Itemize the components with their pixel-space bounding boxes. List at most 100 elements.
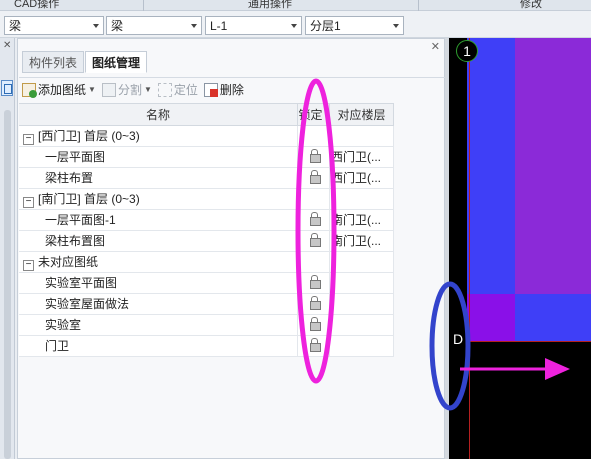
table-row[interactable]: 实验室屋面做法 bbox=[19, 294, 394, 315]
drawing-name: 梁柱布置 bbox=[45, 171, 94, 185]
ribbon-group-general[interactable]: 通用操作 bbox=[248, 0, 292, 11]
ribbon-group-cad[interactable]: CAD操作 bbox=[14, 0, 59, 11]
table-row[interactable]: 一层平面图 西门卫(... bbox=[19, 147, 394, 168]
component-subtype-select[interactable]: 梁 bbox=[106, 16, 202, 35]
cell-floor[interactable] bbox=[330, 336, 394, 356]
cell-name: 门卫 bbox=[19, 336, 298, 356]
component-type-select[interactable]: 梁 bbox=[4, 16, 104, 35]
split-button[interactable]: 分割 ▼ bbox=[99, 80, 155, 100]
cell-lock[interactable] bbox=[298, 336, 330, 356]
cell-lock[interactable] bbox=[298, 315, 330, 335]
cell-floor[interactable] bbox=[330, 189, 394, 209]
cell-floor[interactable]: 南门卫(... bbox=[330, 210, 394, 230]
canvas-region bbox=[515, 38, 591, 294]
collapse-icon[interactable]: − bbox=[23, 197, 34, 208]
tab-drawing-management[interactable]: 图纸管理 bbox=[85, 51, 148, 73]
delete-button[interactable]: 删除 bbox=[201, 80, 247, 100]
cell-floor[interactable] bbox=[330, 252, 394, 272]
cell-floor[interactable]: 南门卫(... bbox=[330, 231, 394, 251]
lock-icon[interactable] bbox=[310, 170, 321, 184]
column-header-lock[interactable]: 锁定 bbox=[298, 104, 330, 126]
drawing-name: 梁柱布置图 bbox=[45, 234, 106, 248]
cell-lock[interactable] bbox=[298, 252, 330, 272]
table-body: − [西门卫] 首层 (0~3) 一层平面图 西门卫(... 梁柱布置 西门卫(... −[… bbox=[19, 126, 394, 357]
layer-select[interactable]: 分层1 bbox=[305, 16, 404, 35]
collapse-icon[interactable]: − bbox=[23, 134, 34, 145]
vertical-scrollbar[interactable] bbox=[4, 110, 11, 459]
cell-name: 实验室平面图 bbox=[19, 273, 298, 293]
table-row[interactable]: 梁柱布置 西门卫(... bbox=[19, 168, 394, 189]
add-drawing-button[interactable]: 添加图纸 ▼ bbox=[19, 80, 99, 100]
table-row[interactable]: 实验室平面图 bbox=[19, 273, 394, 294]
drawing-canvas[interactable]: 1 D bbox=[449, 38, 591, 459]
component-type-value: 梁 bbox=[9, 19, 22, 33]
cell-lock[interactable] bbox=[298, 294, 330, 314]
cell-floor[interactable] bbox=[330, 294, 394, 314]
component-name-select[interactable]: L-1 bbox=[205, 16, 302, 35]
app-window: CAD操作 通用操作 修改 梁 梁 L-1 分层1 ✕ ✕ 构件列表 图纸管理 … bbox=[0, 0, 591, 459]
ribbon-separator bbox=[143, 0, 144, 11]
lock-icon[interactable] bbox=[310, 233, 321, 247]
chevron-down-icon: ▼ bbox=[143, 85, 152, 94]
cell-lock[interactable] bbox=[298, 126, 330, 146]
cell-floor[interactable] bbox=[330, 126, 394, 146]
cell-name: − [西门卫] 首层 (0~3) bbox=[19, 126, 298, 146]
drawing-name: [南门卫] 首层 (0~3) bbox=[38, 192, 140, 206]
selector-toolbar: 梁 梁 L-1 分层1 bbox=[0, 11, 591, 38]
cell-name: − [南门卫] 首层 (0~3) bbox=[19, 189, 298, 209]
layer-value: 分层1 bbox=[310, 19, 341, 33]
ribbon-group-modify[interactable]: 修改 bbox=[520, 0, 542, 11]
locate-icon bbox=[157, 82, 172, 97]
lock-icon[interactable] bbox=[310, 275, 321, 289]
split-icon bbox=[101, 82, 116, 97]
cell-floor[interactable]: 西门卫(... bbox=[330, 168, 394, 188]
cell-lock[interactable] bbox=[298, 210, 330, 230]
panel-toggle-icon[interactable] bbox=[1, 80, 13, 96]
panel-toolbar: 添加图纸 ▼ 分割 ▼ 定位 删除 bbox=[19, 77, 445, 101]
ribbon-bar: CAD操作 通用操作 修改 bbox=[0, 0, 591, 11]
column-header-lock-label: 锁定 bbox=[298, 108, 323, 122]
tab-component-list[interactable]: 构件列表 bbox=[22, 51, 85, 73]
cell-name: 梁柱布置 bbox=[19, 168, 298, 188]
lock-icon[interactable] bbox=[310, 212, 321, 226]
table-header: 名称 锁定 对应楼层 bbox=[19, 103, 394, 126]
table-group-row[interactable]: − [南门卫] 首层 (0~3) bbox=[19, 189, 394, 210]
cell-name: − 未对应图纸 bbox=[19, 252, 298, 272]
close-icon[interactable]: ✕ bbox=[3, 40, 11, 51]
cell-floor[interactable]: 西门卫(... bbox=[330, 147, 394, 167]
cell-lock[interactable] bbox=[298, 147, 330, 167]
left-dock-strip: ✕ bbox=[0, 38, 15, 459]
locate-button[interactable]: 定位 bbox=[155, 80, 201, 100]
cell-floor[interactable] bbox=[330, 273, 394, 293]
drawing-name: 实验室屋面做法 bbox=[45, 297, 130, 311]
cell-floor[interactable] bbox=[330, 315, 394, 335]
table-group-row[interactable]: − 未对应图纸 bbox=[19, 252, 394, 273]
column-header-floor[interactable]: 对应楼层 bbox=[330, 104, 394, 126]
delete-label: 删除 bbox=[219, 83, 244, 97]
table-row[interactable]: 梁柱布置图 南门卫(... bbox=[19, 231, 394, 252]
chevron-down-icon: ▼ bbox=[88, 85, 96, 94]
collapse-icon[interactable]: − bbox=[23, 260, 34, 271]
cell-lock[interactable] bbox=[298, 273, 330, 293]
cell-lock[interactable] bbox=[298, 189, 330, 209]
drawing-name: 实验室平面图 bbox=[45, 276, 118, 290]
drawing-name: 实验室 bbox=[45, 318, 82, 332]
close-icon[interactable]: ✕ bbox=[431, 40, 440, 53]
lock-icon[interactable] bbox=[310, 149, 321, 163]
lock-icon[interactable] bbox=[310, 338, 321, 352]
chevron-down-icon bbox=[93, 24, 99, 28]
cell-lock[interactable] bbox=[298, 231, 330, 251]
table-row[interactable]: 一层平面图-1 南门卫(... bbox=[19, 210, 394, 231]
cell-lock[interactable] bbox=[298, 168, 330, 188]
grid-line bbox=[467, 341, 591, 342]
drawing-name: 一层平面图-1 bbox=[45, 213, 116, 227]
table-row[interactable]: 实验室 bbox=[19, 315, 394, 336]
lock-icon[interactable] bbox=[310, 317, 321, 331]
cell-name: 梁柱布置图 bbox=[19, 231, 298, 251]
table-group-row[interactable]: − [西门卫] 首层 (0~3) bbox=[19, 126, 394, 147]
column-header-name[interactable]: 名称 bbox=[19, 104, 298, 126]
chevron-down-icon bbox=[393, 24, 399, 28]
drawing-name: [西门卫] 首层 (0~3) bbox=[38, 129, 140, 143]
table-row[interactable]: 门卫 bbox=[19, 336, 394, 357]
lock-icon[interactable] bbox=[310, 296, 321, 310]
